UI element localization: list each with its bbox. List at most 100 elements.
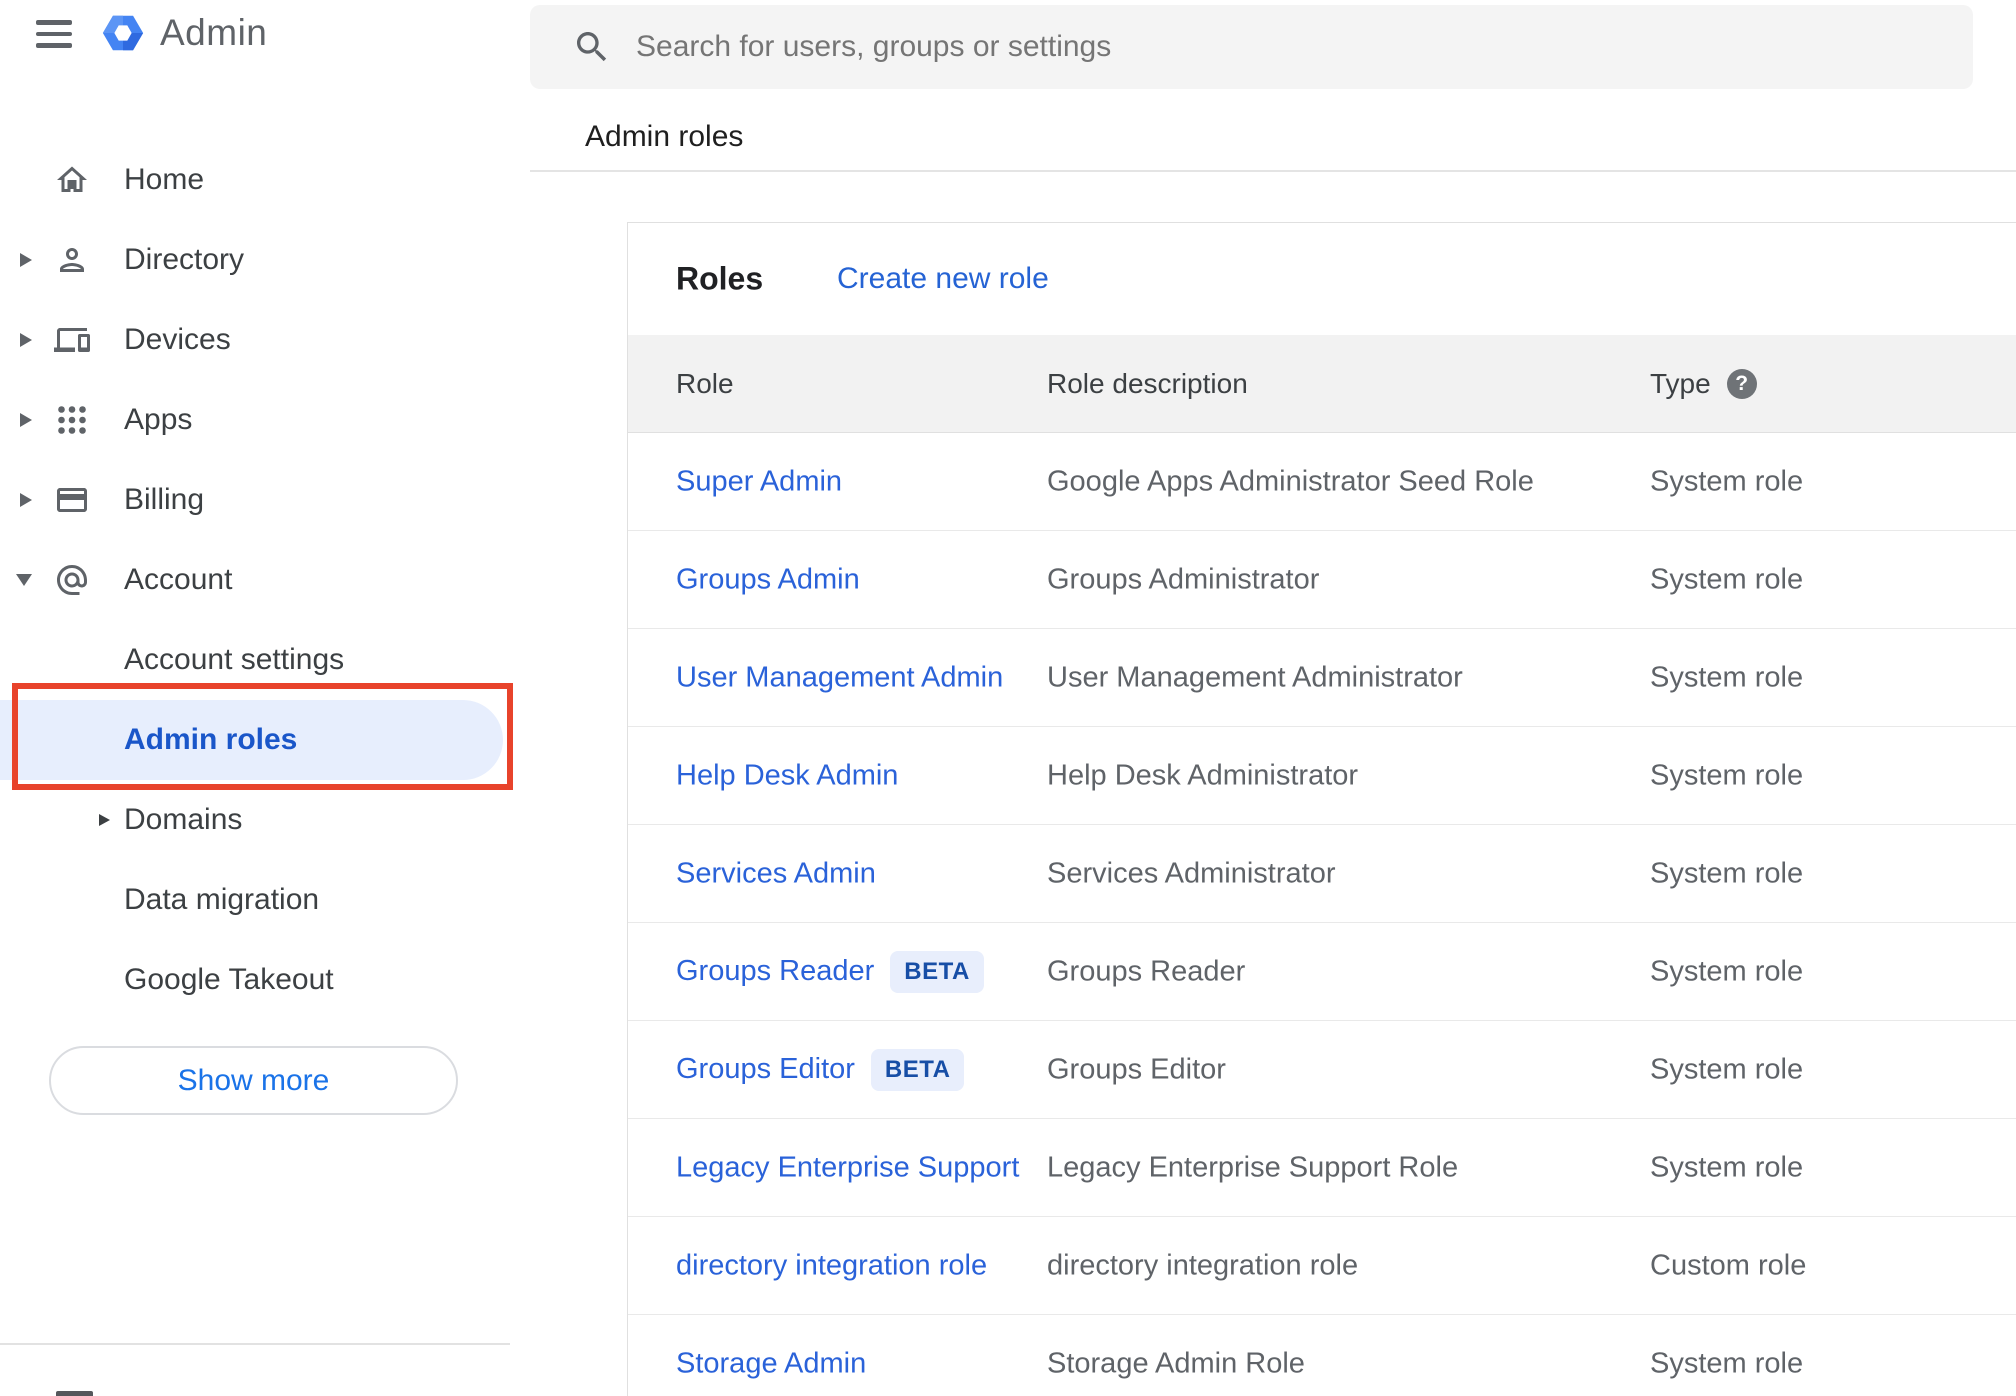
search-input[interactable] — [636, 30, 1973, 64]
search-bar[interactable] — [530, 5, 1973, 89]
sidebar-item-label: Home — [124, 163, 205, 196]
role-link[interactable]: User Management Admin — [676, 661, 1003, 694]
sidebar-item-data-migration[interactable]: Data migration — [0, 860, 512, 940]
role-link[interactable]: Groups Editor — [676, 1053, 855, 1086]
sidebar-item-apps[interactable]: Apps — [0, 380, 512, 460]
sidebar: Admin Home Directory Devices Apps Billin… — [0, 0, 513, 1396]
google-admin-console-screen: Admin Home Directory Devices Apps Billin… — [0, 0, 2016, 1396]
sidebar-item-label: Directory — [124, 243, 245, 276]
app-title: Admin — [160, 12, 268, 53]
role-description: Legacy Enterprise Support Role — [1047, 1151, 1459, 1183]
sidebar-item-label: Google Takeout — [124, 963, 334, 996]
chevron-right-icon — [99, 814, 110, 826]
role-description: Groups Editor — [1047, 1053, 1226, 1085]
sidebar-item-devices[interactable]: Devices — [0, 300, 512, 380]
admin-logo[interactable]: Admin — [100, 10, 267, 56]
sidebar-item-admin-roles[interactable]: Admin roles — [0, 700, 512, 780]
chevron-right-icon — [20, 333, 32, 347]
table-row: Storage Admin Storage Admin Role System … — [628, 1315, 2016, 1396]
chevron-right-icon — [20, 253, 32, 267]
at-sign-icon — [57, 565, 87, 595]
role-description: Groups Administrator — [1047, 563, 1320, 595]
table-row: Help Desk Admin Help Desk Administrator … — [628, 727, 2016, 825]
role-description: Storage Admin Role — [1047, 1347, 1305, 1379]
sidebar-nav: Home Directory Devices Apps Billing Acco… — [0, 140, 512, 1020]
sidebar-item-label: Billing — [124, 483, 205, 516]
credit-card-icon — [57, 488, 87, 512]
role-link[interactable]: Storage Admin — [676, 1347, 866, 1380]
role-description: Services Administrator — [1047, 857, 1336, 889]
role-type: System role — [1650, 759, 1804, 791]
sidebar-item-label: Domains — [124, 803, 243, 836]
column-header-type-label: Type — [1650, 367, 1711, 399]
table-row: Super Admin Google Apps Administrator Se… — [628, 433, 2016, 531]
help-icon[interactable]: ? — [1726, 368, 1757, 399]
role-type: System role — [1650, 563, 1804, 595]
table-row: Groups Admin Groups Administrator System… — [628, 531, 2016, 629]
sidebar-item-account-settings[interactable]: Account settings — [0, 620, 512, 700]
sidebar-item-label: Account settings — [124, 643, 345, 676]
role-link[interactable]: directory integration role — [676, 1249, 987, 1282]
sidebar-item-label: Devices — [124, 323, 231, 356]
role-description: Help Desk Administrator — [1047, 759, 1359, 791]
role-type: System role — [1650, 1151, 1804, 1183]
create-new-role-link[interactable]: Create new role — [837, 262, 1049, 296]
chevron-right-icon — [20, 413, 32, 427]
column-header-type: Type ? — [1650, 368, 1757, 400]
role-description: Google Apps Administrator Seed Role — [1047, 465, 1534, 497]
home-icon — [57, 166, 87, 192]
divider — [530, 170, 2016, 172]
role-type: System role — [1650, 857, 1804, 889]
table-row: Groups Reader BETA Groups Reader System r… — [628, 923, 2016, 1021]
page-title: Admin roles — [585, 120, 744, 153]
table-row: User Management Admin User Management Ad… — [628, 629, 2016, 727]
table-row: Legacy Enterprise Support Legacy Enterpr… — [628, 1119, 2016, 1217]
column-header-role: Role — [676, 367, 734, 399]
chevron-down-icon — [16, 574, 32, 586]
sidebar-item-label: Admin roles — [124, 723, 298, 756]
role-link[interactable]: Services Admin — [676, 857, 876, 890]
panel-title: Roles — [676, 260, 764, 297]
sidebar-item-domains[interactable]: Domains — [0, 780, 512, 860]
table-header-row: Role Role description Type ? — [628, 335, 2016, 433]
role-link[interactable]: Super Admin — [676, 465, 842, 498]
sidebar-item-google-takeout[interactable]: Google Takeout — [0, 940, 512, 1020]
role-link[interactable]: Legacy Enterprise Support — [676, 1151, 1019, 1184]
sidebar-item-home[interactable]: Home — [0, 140, 512, 220]
beta-badge: BETA — [870, 1048, 965, 1091]
person-icon — [60, 248, 84, 272]
sidebar-item-directory[interactable]: Directory — [0, 220, 512, 300]
sidebar-item-account[interactable]: Account — [0, 540, 512, 620]
role-type: System role — [1650, 661, 1804, 693]
role-description: Groups Reader — [1047, 955, 1246, 987]
sidebar-item-label: Data migration — [124, 883, 320, 916]
sidebar-item-label: Account — [124, 563, 233, 596]
role-type: Custom role — [1650, 1249, 1807, 1281]
table-row: Groups Editor BETA Groups Editor System r… — [628, 1021, 2016, 1119]
role-link[interactable]: Groups Admin — [676, 563, 860, 596]
hamburger-menu-icon[interactable] — [36, 20, 72, 48]
devices-icon — [54, 328, 90, 352]
chevron-right-icon — [20, 493, 32, 507]
table-row: directory integration role directory int… — [628, 1217, 2016, 1315]
role-type: System role — [1650, 955, 1804, 987]
roles-panel: Roles Create new role Role Role descript… — [627, 222, 2016, 1396]
role-type: System role — [1650, 1347, 1804, 1379]
sidebar-item-billing[interactable]: Billing — [0, 460, 512, 540]
role-description: User Management Administrator — [1047, 661, 1463, 693]
role-description: directory integration role — [1047, 1249, 1359, 1281]
role-type: System role — [1650, 465, 1804, 497]
apps-grid-icon — [58, 406, 86, 434]
role-link[interactable]: Groups Reader — [676, 955, 874, 988]
search-icon — [577, 32, 607, 62]
cut-off-icon — [56, 1391, 93, 1396]
sidebar-item-label: Apps — [124, 403, 193, 436]
show-more-button[interactable]: Show more — [49, 1046, 458, 1115]
divider — [0, 1343, 510, 1345]
brand-bar: Admin — [0, 0, 512, 70]
role-type: System role — [1650, 1053, 1804, 1085]
roles-panel-header: Roles Create new role — [628, 223, 2016, 335]
admin-hexagon-logo-icon — [102, 15, 144, 51]
column-header-description: Role description — [1047, 367, 1248, 399]
role-link[interactable]: Help Desk Admin — [676, 759, 898, 792]
